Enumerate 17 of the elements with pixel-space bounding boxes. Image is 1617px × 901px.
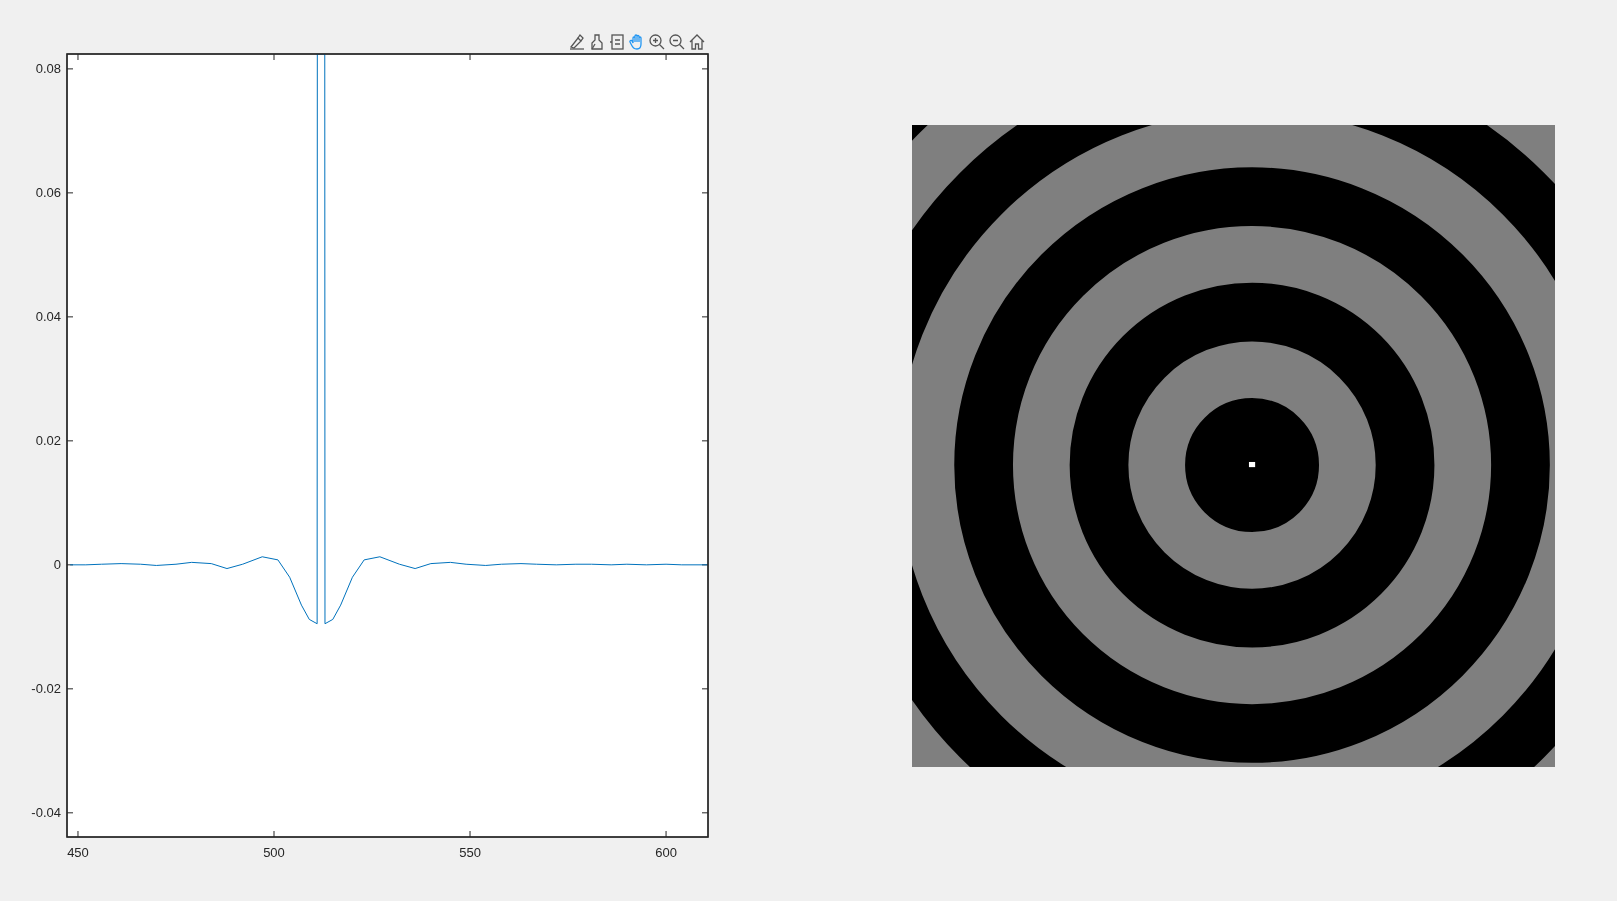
zoom-in-button[interactable] <box>648 33 666 51</box>
x-tick-label: 550 <box>459 845 481 860</box>
y-tick-label: -0.04 <box>31 804 61 820</box>
x-tick-label: 600 <box>655 845 677 860</box>
zoom-out-button[interactable] <box>668 33 686 51</box>
y-tick-label: 0 <box>53 556 61 572</box>
x-tick-label: 500 <box>263 845 285 860</box>
y-tick-label: 0.02 <box>35 432 61 448</box>
home-button[interactable] <box>688 33 706 51</box>
y-tick-label: 0.04 <box>35 308 61 324</box>
legend-button[interactable] <box>608 33 626 51</box>
x-tick-label: 450 <box>67 845 89 860</box>
data-tip-button[interactable] <box>588 33 606 51</box>
y-tick-label: 0.08 <box>35 60 61 76</box>
brush-button[interactable] <box>568 33 586 51</box>
y-tick-label: -0.02 <box>31 680 61 696</box>
y-tick-label: 0.06 <box>35 184 61 200</box>
